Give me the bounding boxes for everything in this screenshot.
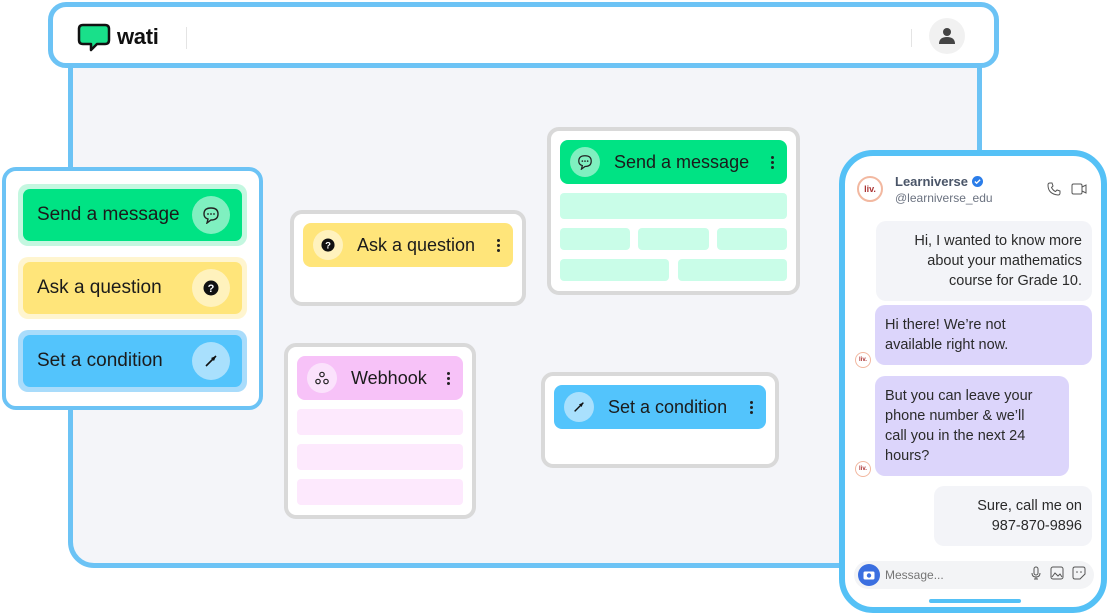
verified-badge-icon — [972, 176, 983, 187]
placeholder-block — [678, 259, 787, 281]
question-icon: ? — [192, 269, 230, 307]
phone-chat-preview: liv. Learniverse @learniverse_edu Hi, I … — [839, 150, 1107, 613]
chat-header: liv. Learniverse @learniverse_edu — [857, 172, 1091, 212]
contact-mini-avatar: liv. — [855, 461, 871, 477]
node-menu-icon[interactable] — [443, 371, 453, 385]
node-menu-icon[interactable] — [746, 400, 756, 414]
message-input[interactable] — [885, 568, 1015, 582]
sticker-icon[interactable] — [1072, 566, 1086, 585]
message-line: Hi, I wanted to know more — [914, 233, 1082, 249]
placeholder-block — [560, 228, 631, 250]
message-line: available right now. — [885, 337, 1009, 353]
compass-arrow-icon — [564, 392, 594, 422]
palette-item-label: Set a condition — [37, 350, 163, 371]
svg-text:?: ? — [325, 241, 331, 252]
node-title: Send a message — [614, 151, 750, 172]
message-outgoing: Hi, I wanted to know more about your mat… — [876, 221, 1092, 301]
contact-name-row: Learniverse — [895, 174, 983, 189]
phone-call-icon[interactable] — [1047, 182, 1061, 201]
user-icon — [939, 28, 955, 44]
brand-logo[interactable]: wati — [77, 22, 159, 52]
contact-mini-avatar: liv. — [855, 352, 871, 368]
message-incoming: But you can leave your phone number & we… — [875, 376, 1069, 476]
message-incoming: Hi there! We’re not available right now. — [875, 305, 1092, 365]
flow-node-set-condition[interactable]: Set a condition — [541, 372, 779, 468]
flow-node-webhook[interactable]: Webhook — [284, 343, 476, 519]
svg-text:?: ? — [208, 283, 215, 295]
wati-logo-icon — [77, 23, 111, 52]
message-outgoing: Sure, call me on 987-870-9896 — [934, 486, 1092, 546]
message-line: hours? — [885, 448, 930, 464]
palette-item-label: Send a message — [37, 204, 180, 225]
message-line: call you in the next 24 — [885, 428, 1026, 444]
placeholder-block — [297, 409, 463, 435]
message-line: course for Grade 10. — [949, 273, 1082, 289]
message-composer — [854, 561, 1094, 589]
message-line: about your mathematics — [927, 253, 1082, 269]
node-title: Webhook — [351, 367, 427, 388]
placeholder-block — [297, 444, 463, 470]
message-line: Sure, call me on — [977, 498, 1082, 514]
message-line: phone number & we’ll — [885, 408, 1025, 424]
node-palette: Send a message Ask a question ? Set a co… — [2, 167, 263, 410]
brand-name: wati — [117, 24, 159, 49]
palette-item-ask-question[interactable]: Ask a question ? — [18, 257, 247, 319]
message-line: 987-870-9896 — [991, 518, 1082, 534]
palette-item-set-condition[interactable]: Set a condition — [18, 330, 247, 392]
placeholder-block — [638, 228, 709, 250]
app-header: wati — [48, 2, 999, 68]
message-line: But you can leave your — [885, 388, 1033, 404]
message-line: Hi there! We’re not — [885, 317, 1006, 333]
camera-icon[interactable] — [858, 564, 880, 586]
placeholder-block — [560, 193, 787, 219]
question-icon: ? — [313, 230, 343, 260]
node-menu-icon[interactable] — [767, 155, 777, 169]
video-call-icon[interactable] — [1071, 182, 1087, 201]
palette-item-send-message[interactable]: Send a message — [18, 184, 247, 246]
contact-handle: @learniverse_edu — [895, 191, 993, 205]
account-button[interactable] — [929, 18, 965, 54]
placeholder-block — [716, 228, 787, 250]
chat-bubble-icon — [192, 196, 230, 234]
flow-node-ask-question[interactable]: ? Ask a question — [290, 210, 526, 306]
contact-avatar: liv. — [857, 176, 883, 202]
header-divider — [911, 29, 912, 47]
placeholder-block — [297, 479, 463, 505]
contact-name: Learniverse — [895, 174, 968, 189]
flow-node-send-message[interactable]: Send a message — [547, 127, 800, 295]
header-divider — [186, 27, 187, 49]
webhook-icon — [307, 363, 337, 393]
node-title: Ask a question — [357, 234, 476, 255]
chat-bubble-icon — [570, 147, 600, 177]
compass-arrow-icon — [192, 342, 230, 380]
home-indicator — [929, 599, 1021, 603]
microphone-icon[interactable] — [1030, 566, 1042, 585]
node-title: Set a condition — [608, 396, 728, 417]
palette-item-label: Ask a question — [37, 277, 162, 298]
node-menu-icon[interactable] — [493, 238, 503, 252]
placeholder-block — [560, 259, 669, 281]
image-icon[interactable] — [1050, 566, 1064, 585]
